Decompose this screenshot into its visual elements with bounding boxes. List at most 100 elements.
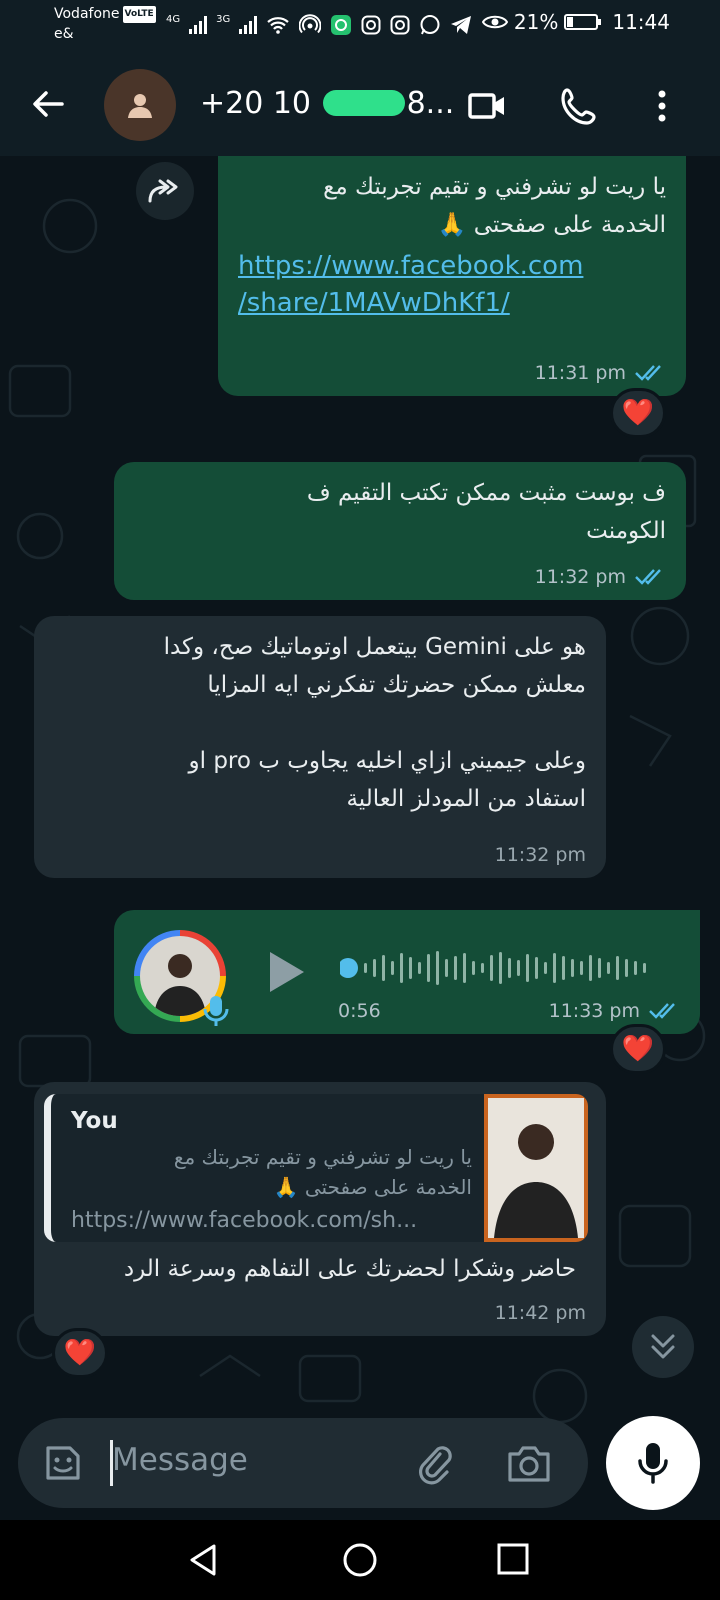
reaction-badge[interactable]: ❤️ xyxy=(52,1328,108,1378)
whatsapp-icon xyxy=(420,15,440,35)
carrier-label: Vodafone xyxy=(54,6,120,22)
voice-duration: 0:56 xyxy=(338,1000,381,1022)
message-meta: 11:32 pm xyxy=(495,844,586,866)
instagram-icon xyxy=(361,15,381,35)
redaction-mark xyxy=(322,90,405,116)
waveform-bar xyxy=(571,959,574,977)
battery-percent: 21% xyxy=(513,10,559,34)
scroll-to-bottom-button[interactable] xyxy=(632,1316,694,1378)
camera-icon[interactable] xyxy=(506,1442,552,1484)
reaction-badge[interactable]: ❤️ xyxy=(610,388,666,438)
contact-suffix: 8... xyxy=(406,86,455,121)
nav-back-icon[interactable] xyxy=(186,1542,222,1578)
carrier-name: Vodafone VoLTE xyxy=(54,6,156,23)
quoted-message[interactable]: You يا ريت لو تشرفني و تقيم تجربتك مع ال… xyxy=(44,1094,588,1242)
waveform-bar xyxy=(436,951,439,985)
message-text: ف بوست مثبت ممكن تكتب التقيم ف الكومنت xyxy=(306,480,666,544)
waveform-bar xyxy=(481,963,484,973)
quote-text: يا ريت لو تشرفني و تقيم تجربتك مع الخدمة… xyxy=(173,1145,472,1199)
read-ticks-icon xyxy=(649,1003,675,1019)
waveform-bar xyxy=(562,956,565,980)
message-text: حاضر وشكرا لحضرتك على التفاهم وسرعة الرد xyxy=(123,1256,576,1282)
status-bar: Vodafone VoLTE e& 4G 3G 21% 11:44 xyxy=(0,0,720,56)
quote-thumbnail xyxy=(484,1094,588,1242)
forward-button[interactable] xyxy=(136,162,194,220)
message-meta: 11:33 pm xyxy=(549,1000,680,1022)
message-input[interactable]: Message xyxy=(112,1442,248,1478)
eye-icon xyxy=(481,15,508,29)
chat-area[interactable]: يا ريت لو تشرفني و تقيم تجربتك مع الخدمة… xyxy=(0,156,720,1520)
quote-link: https://www.facebook.com/sh... xyxy=(71,1208,418,1233)
message-link[interactable]: https://www.facebook.com /share/1MAVwDhK… xyxy=(238,248,666,322)
waveform-bar xyxy=(625,959,628,977)
status-icons: 4G 3G xyxy=(166,10,472,40)
message-bubble-outgoing[interactable]: ف بوست مثبت ممكن تكتب التقيم ف الكومنت 1… xyxy=(114,462,686,600)
waveform-bar xyxy=(445,959,448,977)
message-bubble-incoming[interactable]: You يا ريت لو تشرفني و تقيم تجربتك مع ال… xyxy=(34,1082,606,1336)
waveform-bar xyxy=(508,958,511,978)
message-bubble-incoming[interactable]: هو على Gemini بيتعمل اوتوماتيك صح، وكدا … xyxy=(34,616,606,878)
waveform-bar xyxy=(634,961,637,975)
video-call-icon[interactable] xyxy=(466,84,510,128)
waveform-bar xyxy=(463,953,466,983)
hotspot-icon xyxy=(299,14,322,34)
sticker-icon[interactable] xyxy=(42,1442,84,1484)
status-right: 21% 11:44 xyxy=(481,10,670,34)
message-meta: 11:32 pm xyxy=(535,566,666,588)
nav-recents-icon[interactable] xyxy=(496,1542,530,1576)
waveform-bar xyxy=(643,963,646,973)
app-icon xyxy=(331,15,352,35)
voice-record-button[interactable] xyxy=(606,1416,700,1510)
link-line-1[interactable]: https://www.facebook.com xyxy=(238,248,666,285)
waveform-bar xyxy=(400,953,403,983)
message-meta: 11:31 pm xyxy=(535,362,666,384)
waveform-bar xyxy=(382,955,385,981)
contact-name[interactable]: +20 10 8... xyxy=(200,86,454,121)
contact-avatar[interactable] xyxy=(104,69,176,141)
play-icon[interactable] xyxy=(264,948,308,996)
waveform-bar xyxy=(526,954,529,982)
contact-prefix: +20 10 xyxy=(200,86,312,121)
voice-message-bubble[interactable]: 0:56 11:33 pm xyxy=(114,910,700,1034)
waveform-bar xyxy=(580,961,583,975)
waveform-bar xyxy=(373,959,376,977)
waveform-bar xyxy=(454,956,457,980)
double-chevron-down-icon xyxy=(651,1334,675,1359)
instagram-icon xyxy=(390,15,410,35)
waveform-bar xyxy=(427,954,430,982)
message-text: هو على Gemini بيتعمل اوتوماتيك صح، وكدا … xyxy=(163,634,586,812)
signal-icon xyxy=(239,16,258,34)
message-time: 11:31 pm xyxy=(534,362,626,384)
volte-badge: VoLTE xyxy=(122,6,156,23)
waveform-bar xyxy=(544,962,547,974)
waveform-bar xyxy=(553,953,556,983)
message-time: 11:33 pm xyxy=(548,1000,640,1022)
signal-icon xyxy=(189,16,208,34)
forward-icon xyxy=(148,179,178,203)
waveform-bar xyxy=(499,952,502,984)
message-meta: 11:42 pm xyxy=(495,1302,586,1324)
read-ticks-icon xyxy=(635,569,661,585)
waveform-bar xyxy=(535,957,538,979)
attach-icon[interactable] xyxy=(414,1442,454,1486)
message-bubble-outgoing[interactable]: يا ريت لو تشرفني و تقيم تجربتك مع الخدمة… xyxy=(218,156,686,396)
reaction-badge[interactable]: ❤️ xyxy=(610,1024,666,1074)
more-vert-icon[interactable] xyxy=(640,84,684,128)
waveform-bar xyxy=(598,958,601,978)
message-text: يا ريت لو تشرفني و تقيم تجربتك مع الخدمة… xyxy=(323,174,666,238)
back-arrow-icon[interactable] xyxy=(28,84,68,124)
nav-home-icon[interactable] xyxy=(342,1542,378,1578)
phone-call-icon[interactable] xyxy=(558,84,602,128)
waveform-bar xyxy=(517,960,520,976)
system-nav-bar xyxy=(0,1520,720,1600)
network-type-1: 4G xyxy=(166,14,181,25)
message-time: 11:32 pm xyxy=(534,566,626,588)
link-line-2[interactable]: /share/1MAVwDhKf1/ xyxy=(238,285,666,322)
waveform-bar xyxy=(616,956,619,980)
clock: 11:44 xyxy=(612,10,670,34)
voice-waveform[interactable] xyxy=(340,948,660,988)
carrier-secondary: e& xyxy=(54,26,74,42)
waveform-bar xyxy=(364,963,367,973)
waveform-bar xyxy=(418,962,421,974)
waveform-bar xyxy=(409,957,412,979)
